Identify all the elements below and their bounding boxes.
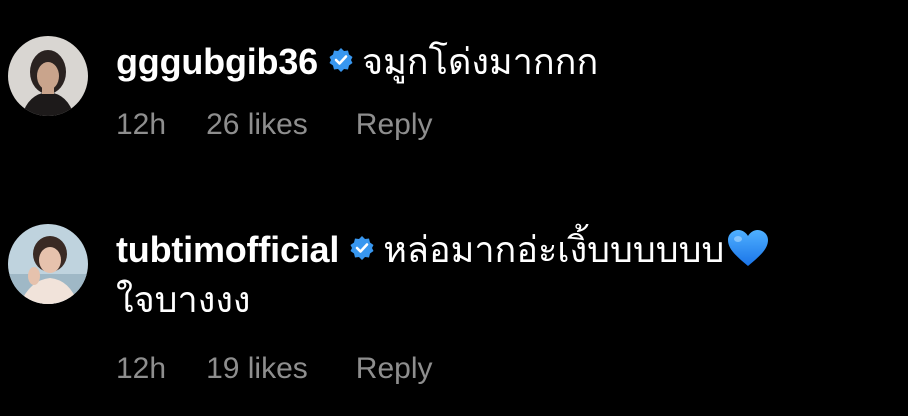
reply-button[interactable]: Reply <box>356 108 433 142</box>
comment-text: หล่อมากอ่ะเงิ้บบบบบบ <box>383 229 725 270</box>
comment-line: gggubgib36 จมูกโด่งมากกก <box>116 40 888 84</box>
comment-text-continued: ใจบางงง <box>116 279 251 321</box>
comment-line: tubtimofficial หล่อมากอ่ะเงิ้บบบบบบ <box>116 228 888 272</box>
comment-item: tubtimofficial หล่อมากอ่ะเงิ้บบบบบบ ใจบา… <box>0 200 908 416</box>
comment-item: gggubgib36 จมูกโด่งมากกก 12h 26 likes Repl… <box>0 0 908 170</box>
comment-timestamp: 12h <box>116 352 167 385</box>
avatar-photo-icon <box>8 224 88 304</box>
avatar[interactable] <box>8 224 88 304</box>
comment-likes-count[interactable]: 26 likes <box>206 108 308 142</box>
blue-heart-icon <box>726 228 770 268</box>
comment-username[interactable]: tubtimofficial <box>116 229 339 270</box>
comment-text: จมูกโด่งมากกก <box>361 41 599 82</box>
comment-meta: 12h 26 likes Reply <box>116 108 432 142</box>
reply-button[interactable]: Reply <box>356 352 433 386</box>
comment-meta: 12h 19 likes Reply <box>116 352 432 386</box>
verified-badge-icon <box>328 47 354 73</box>
verified-badge-icon <box>349 235 375 261</box>
comment-timestamp: 12h <box>116 108 167 141</box>
avatar[interactable] <box>8 36 88 116</box>
avatar-photo-icon <box>8 36 88 116</box>
comment-likes-count[interactable]: 19 likes <box>206 352 308 386</box>
comment-username[interactable]: gggubgib36 <box>116 41 318 82</box>
